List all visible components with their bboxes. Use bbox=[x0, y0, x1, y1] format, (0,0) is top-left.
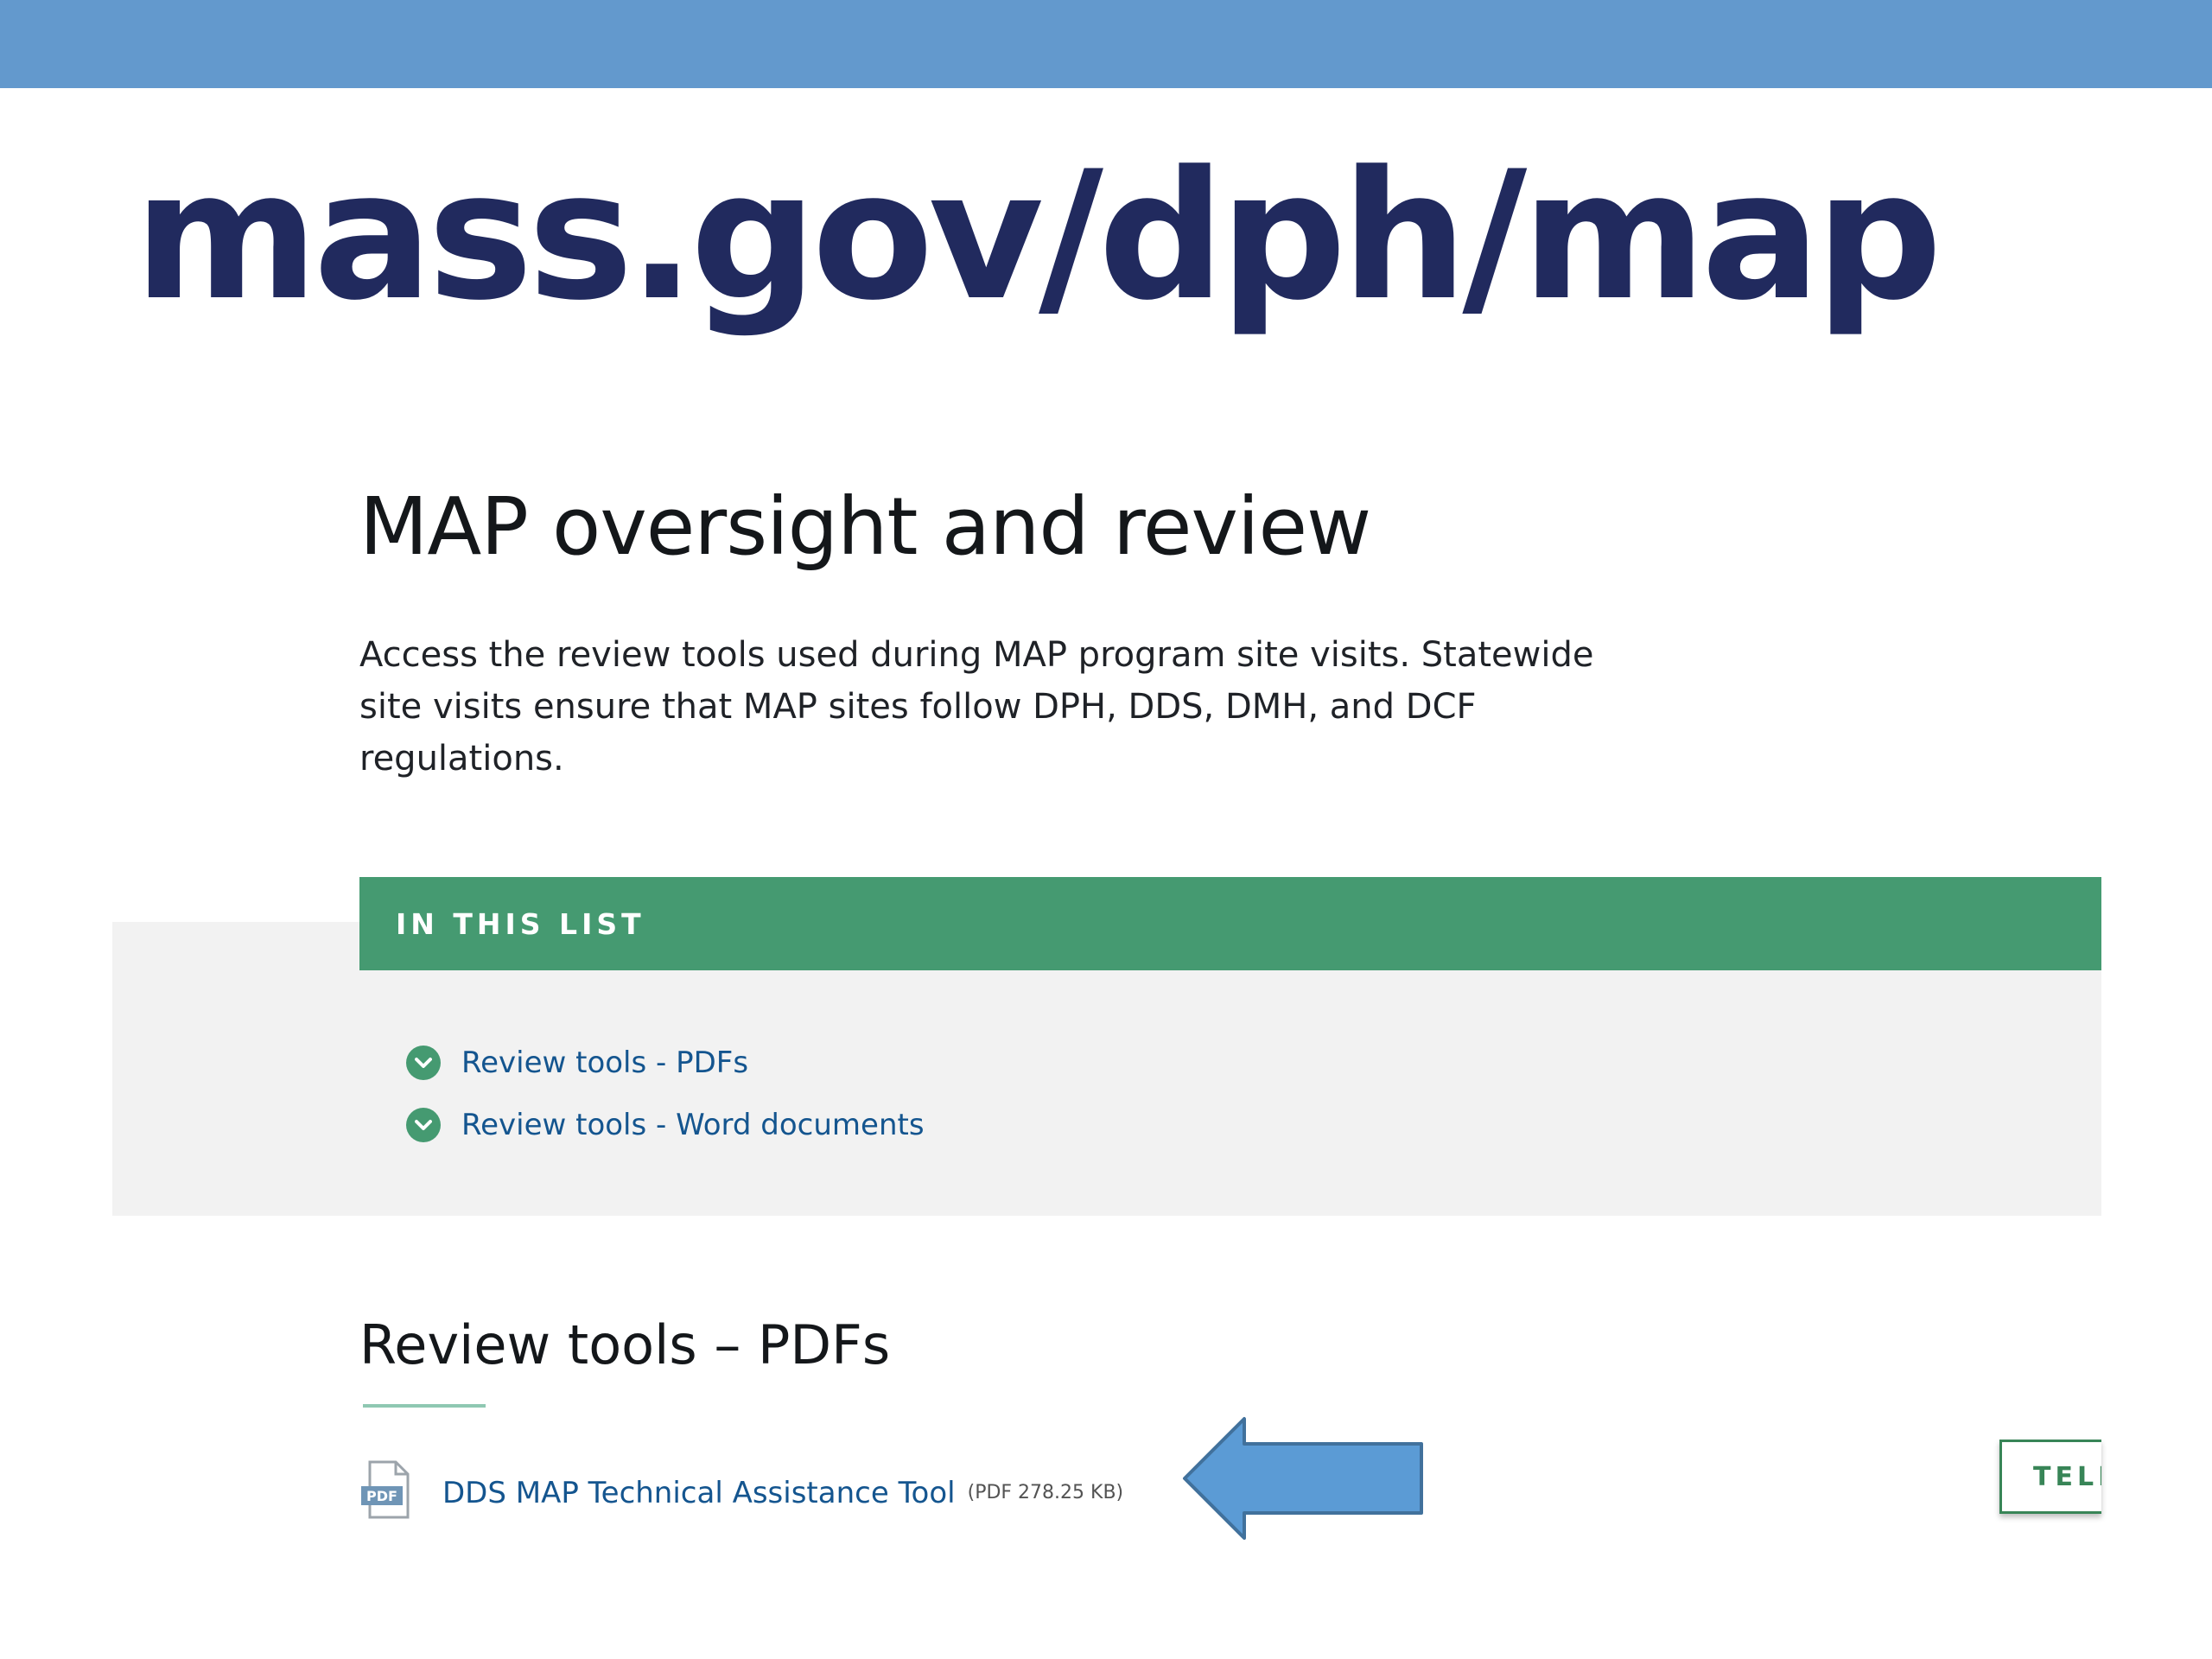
chevron-down-circle-icon bbox=[406, 1108, 441, 1142]
website-screenshot: MAP oversight and review Access the revi… bbox=[0, 0, 2212, 1659]
tell-us-button-label: TELL bbox=[2033, 1461, 2101, 1492]
list-item-review-tools-word[interactable]: Review tools - Word documents bbox=[406, 1108, 925, 1142]
list-item-review-tools-pdfs[interactable]: Review tools - PDFs bbox=[406, 1046, 748, 1080]
chevron-down-circle-icon bbox=[406, 1046, 441, 1080]
document-meta: (PDF 278.25 KB) bbox=[967, 1482, 1124, 1503]
pdf-file-icon: PDF bbox=[359, 1460, 413, 1525]
left-arrow-icon bbox=[1183, 1417, 1423, 1540]
list-item-label: Review tools - Word documents bbox=[461, 1108, 925, 1142]
in-this-list-header-label: IN THIS LIST bbox=[396, 906, 645, 941]
tell-us-button[interactable]: TELL bbox=[1999, 1440, 2101, 1514]
list-item-label: Review tools - PDFs bbox=[461, 1046, 749, 1080]
section-underline bbox=[363, 1404, 486, 1408]
document-row: PDF DDS MAP Technical Assistance Tool (P… bbox=[359, 1460, 1123, 1525]
section-heading: Review tools – PDFs bbox=[359, 1313, 891, 1376]
in-this-list-header: IN THIS LIST bbox=[359, 877, 2101, 970]
svg-text:PDF: PDF bbox=[366, 1488, 397, 1504]
page-title: MAP oversight and review bbox=[359, 480, 1371, 573]
document-link[interactable]: DDS MAP Technical Assistance Tool bbox=[442, 1476, 956, 1510]
page-description: Access the review tools used during MAP … bbox=[359, 635, 1594, 779]
